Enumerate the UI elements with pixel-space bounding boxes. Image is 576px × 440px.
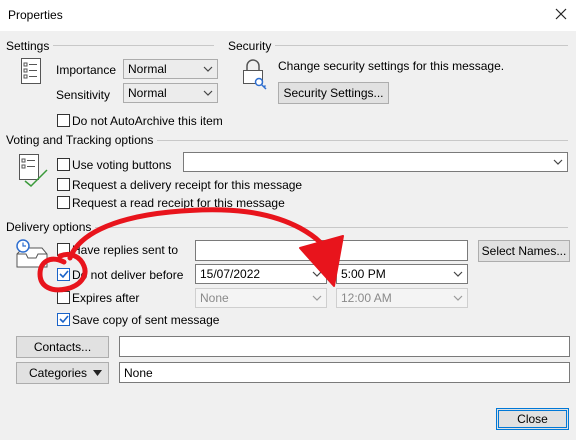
importance-label: Importance	[56, 63, 117, 77]
deliver-time-select[interactable]: 5:00 PM	[336, 264, 468, 284]
voting-group-label: Voting and Tracking options	[6, 133, 158, 147]
save-copy-checkbox[interactable]	[57, 313, 70, 326]
categories-value: None	[124, 366, 153, 380]
do-not-deliver-before-checkbox[interactable]	[57, 268, 70, 281]
checkmark-icon	[59, 315, 69, 324]
lock-key-icon	[241, 58, 267, 90]
deliver-time-value: 5:00 PM	[341, 267, 386, 281]
expires-time-value: 12:00 AM	[341, 291, 392, 305]
expires-after-label[interactable]: Expires after	[72, 291, 139, 305]
close-button[interactable]: Close	[496, 408, 569, 430]
read-receipt-label[interactable]: Request a read receipt for this message	[72, 196, 285, 210]
security-separator	[230, 45, 568, 46]
window-title: Properties	[8, 8, 63, 22]
replies-sent-to-input[interactable]	[195, 240, 468, 261]
expires-after-checkbox[interactable]	[57, 291, 70, 304]
chevron-down-icon	[203, 66, 213, 72]
contacts-button[interactable]: Contacts...	[16, 336, 109, 358]
chevron-down-icon	[453, 271, 463, 277]
chevron-down-icon	[203, 90, 213, 96]
use-voting-buttons-checkbox[interactable]	[57, 158, 70, 171]
delivery-group-label: Delivery options	[6, 220, 96, 234]
read-receipt-checkbox[interactable]	[57, 196, 70, 209]
do-not-deliver-before-label[interactable]: Do not deliver before	[72, 268, 183, 282]
use-voting-buttons-label[interactable]: Use voting buttons	[72, 158, 171, 172]
checklist-icon	[20, 57, 42, 85]
chevron-down-icon	[553, 159, 563, 165]
sensitivity-select[interactable]: Normal	[123, 83, 218, 103]
voting-buttons-select[interactable]	[183, 152, 568, 172]
categories-button[interactable]: Categories	[16, 362, 109, 384]
categories-button-label: Categories	[29, 366, 88, 380]
tray-clock-icon	[14, 238, 50, 270]
caret-down-icon	[93, 370, 102, 376]
deliver-date-picker[interactable]: 15/07/2022	[195, 264, 327, 284]
expires-time-select[interactable]: 12:00 AM	[336, 288, 468, 308]
sensitivity-label: Sensitivity	[56, 88, 111, 102]
save-copy-label[interactable]: Save copy of sent message	[72, 313, 219, 327]
title-bar	[0, 0, 576, 31]
have-replies-sent-to-label[interactable]: Have replies sent to	[72, 243, 178, 257]
importance-select[interactable]: Normal	[123, 59, 218, 79]
do-not-autoarchive-label[interactable]: Do not AutoArchive this item	[72, 114, 223, 128]
settings-group-label: Settings	[6, 39, 54, 53]
categories-input[interactable]: None	[119, 362, 570, 383]
checklist-check-icon	[18, 153, 50, 189]
chevron-down-icon	[453, 295, 463, 301]
select-names-button[interactable]: Select Names...	[478, 240, 570, 262]
sensitivity-value: Normal	[128, 86, 167, 100]
chevron-down-icon	[312, 271, 322, 277]
contacts-input[interactable]	[119, 336, 570, 357]
security-description: Change security settings for this messag…	[278, 59, 505, 73]
security-group-label: Security	[228, 39, 276, 53]
checkmark-icon	[59, 270, 69, 279]
delivery-receipt-checkbox[interactable]	[57, 178, 70, 191]
delivery-receipt-label[interactable]: Request a delivery receipt for this mess…	[72, 178, 302, 192]
expires-date-value: None	[200, 291, 229, 305]
deliver-date-value: 15/07/2022	[200, 267, 261, 281]
close-icon[interactable]	[552, 5, 570, 23]
security-settings-button[interactable]: Security Settings...	[278, 82, 389, 104]
expires-date-picker[interactable]: None	[195, 288, 327, 308]
chevron-down-icon	[312, 295, 322, 301]
importance-value: Normal	[128, 62, 167, 76]
have-replies-sent-to-checkbox[interactable]	[57, 243, 70, 256]
do-not-autoarchive-checkbox[interactable]	[57, 114, 70, 127]
